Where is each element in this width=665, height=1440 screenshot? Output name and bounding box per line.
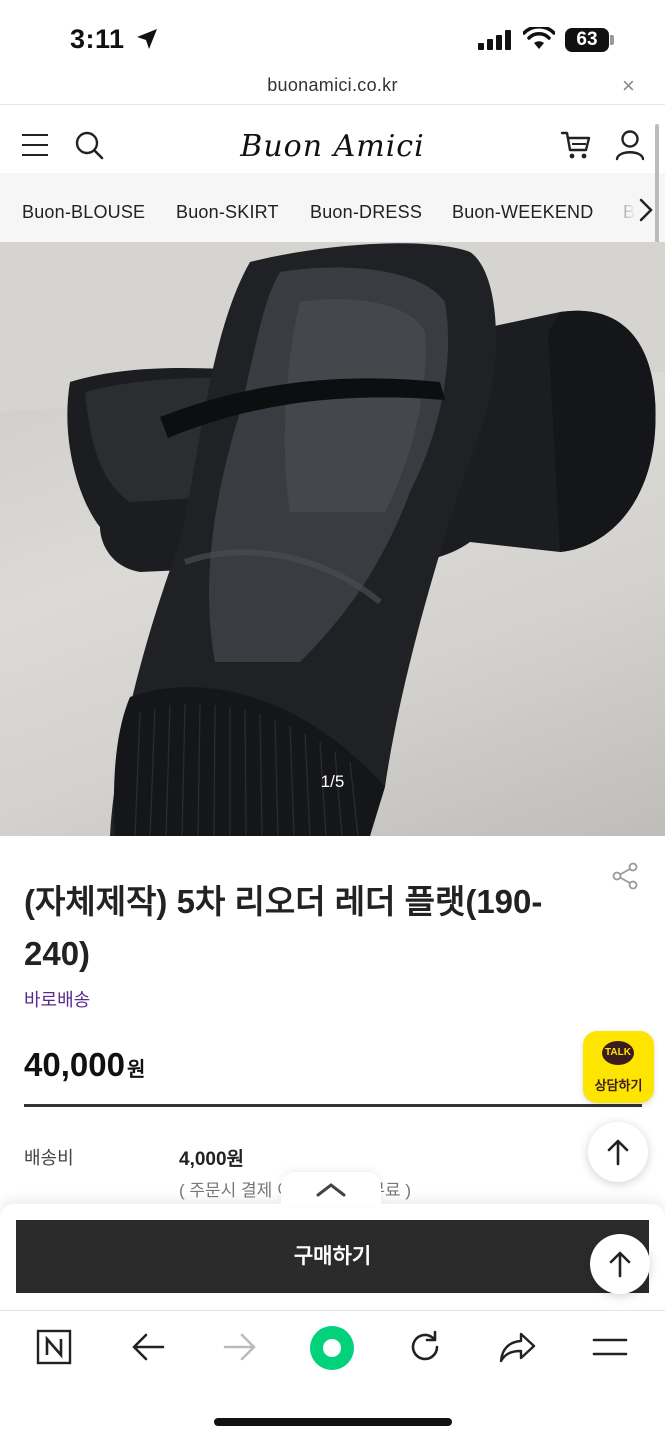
price-divider: [24, 1104, 642, 1107]
currency-unit: 원: [126, 1059, 146, 1081]
user-icon[interactable]: [615, 129, 645, 161]
product-price: 40,000 원: [24, 1046, 145, 1084]
category-skirt[interactable]: Buon-SKIRT: [176, 202, 279, 223]
price-value: 40,000: [24, 1046, 125, 1083]
share-arrow-icon[interactable]: [499, 1331, 537, 1363]
sheet-toggle[interactable]: [281, 1172, 381, 1206]
battery-indicator: 63: [565, 28, 609, 52]
category-blouse[interactable]: Buon-BLOUSE: [22, 202, 145, 223]
status-bar: 3:11 63: [0, 0, 665, 76]
refresh-icon[interactable]: [407, 1329, 443, 1365]
forward-arrow-icon: [223, 1333, 256, 1361]
menu-lines-icon[interactable]: [592, 1337, 628, 1357]
wifi-icon: [523, 27, 555, 49]
buy-button[interactable]: 구매하기: [16, 1220, 649, 1293]
talk-bubble-icon: TALK: [602, 1041, 634, 1065]
kakao-chat-button[interactable]: TALK 상담하기: [583, 1031, 654, 1103]
scroll-top-button[interactable]: [588, 1122, 648, 1182]
arrow-up-icon: [609, 1251, 631, 1278]
close-icon[interactable]: ×: [622, 73, 635, 99]
image-counter: 1/5: [320, 772, 345, 791]
location-arrow-icon: [137, 29, 157, 49]
product-image[interactable]: 1/5: [0, 242, 665, 836]
shipping-value: 4,000원: [179, 1149, 245, 1170]
arrow-up-icon: [607, 1139, 629, 1166]
green-dot-icon[interactable]: [309, 1325, 355, 1371]
product-title: (자체제작) 5차 리오더 레더 플랫(190-240): [24, 883, 543, 972]
delivery-tag: 바로배송: [24, 990, 91, 1010]
battery-tip: [610, 35, 614, 45]
site-header: Buon Amici: [0, 105, 665, 173]
shoe-illustration: [0, 242, 665, 836]
kakao-label: 상담하기: [594, 1078, 643, 1093]
category-weekend[interactable]: Buon-WEEKEND: [452, 202, 593, 223]
url-text[interactable]: buonamici.co.kr: [0, 75, 665, 96]
category-dress[interactable]: Buon-DRESS: [310, 202, 422, 223]
status-time: 3:11: [70, 24, 125, 54]
back-arrow-icon[interactable]: [131, 1331, 165, 1363]
shipping-label: 배송비: [24, 1148, 74, 1168]
scroll-top-button-2[interactable]: [590, 1234, 650, 1294]
home-indicator: [214, 1418, 452, 1426]
cellular-signal-icon: [478, 30, 511, 50]
category-nav: Buon-BLOUSE Buon-SKIRT Buon-DRESS Buon-W…: [0, 173, 665, 242]
chevron-up-icon: [316, 1183, 346, 1197]
browser-url-bar[interactable]: buonamici.co.kr ×: [0, 70, 665, 104]
naver-home-icon[interactable]: [36, 1329, 72, 1365]
share-icon[interactable]: [611, 862, 639, 890]
chevron-right-icon[interactable]: [638, 197, 654, 223]
cart-icon[interactable]: [560, 129, 592, 161]
